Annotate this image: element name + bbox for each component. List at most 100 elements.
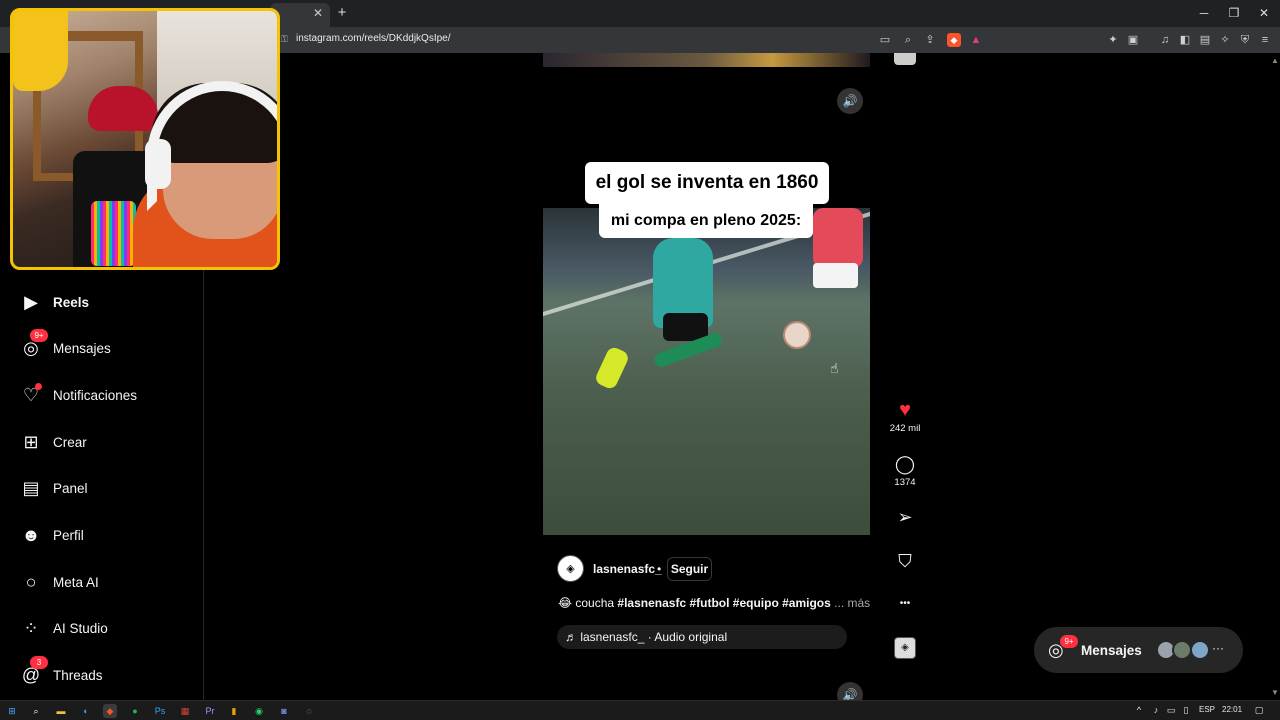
menu-icon[interactable]: ≡ (1258, 33, 1272, 47)
webcam-lamp (91, 201, 136, 266)
brave-shields-icon[interactable]: ◆ (947, 33, 961, 47)
notifications-icon[interactable]: ▢ (1253, 704, 1265, 716)
messenger-icon: ◎ 9+ (20, 329, 48, 359)
obs-icon[interactable]: ◌ (302, 704, 316, 718)
zoom-icon[interactable]: ⌕ (901, 33, 915, 47)
meta-ai-icon: ○ (25, 571, 37, 592)
audio-pill[interactable]: ♬ lasnenasfc_ · Audio original (557, 625, 847, 649)
threads-icon: @3 (20, 656, 48, 686)
video-ball (783, 321, 811, 349)
spotify-icon[interactable]: ● (128, 704, 142, 718)
heart-filled-icon[interactable]: ♥ (893, 398, 917, 422)
audio-label: lasnenasfc_ · Audio original (580, 630, 728, 644)
url-field[interactable]: instagram.com/reels/DKddjkQsIpe/ (296, 33, 451, 44)
mouse-cursor-icon: ☝ (830, 360, 839, 376)
extensions-icon[interactable]: ✦ (1106, 33, 1120, 47)
vpn-icon[interactable]: ⛨ (1238, 33, 1252, 47)
sidebar-item-label: Panel (53, 480, 88, 496)
tab-close-icon[interactable]: ✕ (311, 6, 325, 20)
leo-ai-icon[interactable]: ✧ (1218, 33, 1232, 47)
new-tab-button[interactable]: + (334, 5, 350, 21)
messages-floating-button[interactable]: ◎ 9+ Mensajes ··· (1034, 627, 1243, 673)
sidebar-item-label: Perfil (53, 527, 84, 543)
speaker-icon[interactable]: ♪ (1150, 704, 1162, 716)
sidebar-item-perfil[interactable]: ☻ Perfil (20, 520, 84, 550)
app-icon[interactable]: ▮ (227, 704, 241, 718)
discord-icon[interactable]: ◙ (277, 704, 291, 718)
reels-icon: ▶ (24, 291, 38, 312)
previous-audio-thumb[interactable] (894, 53, 916, 65)
follow-button[interactable]: Seguir (667, 557, 712, 581)
tray-chevron-icon[interactable]: ^ (1133, 704, 1145, 716)
brave-browser-icon[interactable]: ◆ (103, 704, 117, 718)
webcam-earcup (145, 139, 171, 189)
video-player-boot (593, 345, 631, 391)
scroll-down-arrow[interactable]: ▼ (1270, 688, 1280, 698)
microphone-icon[interactable]: ▯ (1180, 704, 1192, 716)
author-username[interactable]: lasnenasfc_ (593, 562, 662, 576)
sidebar-toggle-icon[interactable]: ◧ (1178, 33, 1192, 47)
network-icon[interactable]: ▭ (1165, 704, 1177, 716)
premiere-icon[interactable]: Pr (203, 704, 217, 718)
sidebar-item-label: Notificaciones (53, 387, 138, 403)
sidebar-item-notificaciones[interactable]: ♡ Notificaciones (20, 380, 137, 410)
photoshop-icon[interactable]: Ps (153, 704, 167, 718)
volume-button[interactable]: 🔊 (837, 88, 863, 114)
language-indicator[interactable]: ESP (1199, 705, 1215, 714)
site-info-icon[interactable]: ⚿ (281, 34, 289, 44)
audio-thumbnail[interactable]: ◈ (894, 637, 916, 659)
save-action[interactable]: ⛉ (890, 549, 920, 573)
comment-action[interactable]: ◯ 1374 (890, 452, 920, 488)
more-action[interactable]: ••• (890, 592, 920, 616)
separator-dot: • (657, 562, 662, 576)
like-action[interactable]: ♥ 242 mil (890, 398, 921, 434)
close-window-button[interactable]: ✕ (1256, 5, 1272, 21)
share-action[interactable]: ➢ (890, 505, 920, 529)
sidebar-item-ai-studio[interactable]: ⁘ AI Studio (20, 613, 107, 643)
bookmark-icon[interactable]: ⛉ (893, 549, 917, 573)
windows-start-icon[interactable]: ⊞ (5, 704, 19, 718)
video-caption-line1: el gol se inventa en 1860 (585, 162, 829, 204)
sidebar-item-mensajes[interactable]: ◎ 9+ Mensajes (20, 329, 111, 363)
send-icon[interactable]: ➢ (893, 505, 917, 529)
video-player2-shorts (813, 263, 858, 288)
sidebar-item-label: Crear (53, 434, 87, 450)
webcam-plush (13, 11, 68, 91)
cast-icon[interactable]: ▭ (878, 33, 892, 47)
edge-icon[interactable]: ◐ (79, 704, 93, 718)
sidebar-item-crear[interactable]: ⊞ Crear (20, 427, 87, 457)
dashboard-icon: ▤ (22, 477, 40, 498)
more-options-icon[interactable]: ••• (893, 592, 917, 616)
brave-rewards-icon[interactable]: ▲ (969, 33, 983, 47)
sidebar-item-threads[interactable]: @3 Threads (20, 656, 103, 690)
sidebar-item-panel[interactable]: ▤ Panel (20, 473, 88, 503)
sidebar-item-label: Threads (53, 667, 103, 683)
comment-icon[interactable]: ◯ (893, 452, 917, 476)
caption-word: coucha (575, 596, 615, 610)
restore-button[interactable]: ❐ (1226, 5, 1242, 21)
scroll-up-arrow[interactable]: ▲ (1270, 56, 1280, 66)
sidebar-item-label: Mensajes (53, 340, 111, 356)
clock[interactable]: 22:01 (1222, 705, 1242, 714)
notification-dot (35, 383, 42, 390)
reel-video[interactable] (543, 208, 870, 535)
wallet-card-icon[interactable]: ▤ (1198, 33, 1212, 47)
reel-caption: 😂 coucha #lasnenasfc #futbol #equipo #am… (558, 596, 870, 610)
media-icon[interactable]: ♫ (1158, 33, 1172, 47)
share-icon[interactable]: ⇪ (923, 33, 937, 47)
caption-more-link[interactable]: ... más (834, 596, 870, 610)
profile-icon: ☻ (21, 524, 41, 545)
caption-hashtags[interactable]: #lasnenasfc #futbol #equipo #amigos (617, 596, 830, 610)
app-icon[interactable]: ▦ (178, 704, 192, 718)
minimize-button[interactable]: ─ (1196, 5, 1212, 21)
sidebar-item-reels[interactable]: ▶ Reels (20, 287, 89, 317)
search-icon[interactable]: ⌕ (29, 704, 43, 718)
file-explorer-icon[interactable]: ▬ (54, 704, 68, 718)
author-avatar[interactable]: ◈ (557, 555, 584, 582)
whatsapp-icon[interactable]: ◉ (252, 704, 266, 718)
wallet-icon[interactable]: ▣ (1126, 33, 1140, 47)
sidebar-item-meta-ai[interactable]: ○ Meta AI (20, 567, 99, 597)
video-player-red (813, 208, 863, 268)
video-caption-line2: mi compa en pleno 2025: (599, 204, 813, 238)
webcam-bag (88, 86, 158, 131)
